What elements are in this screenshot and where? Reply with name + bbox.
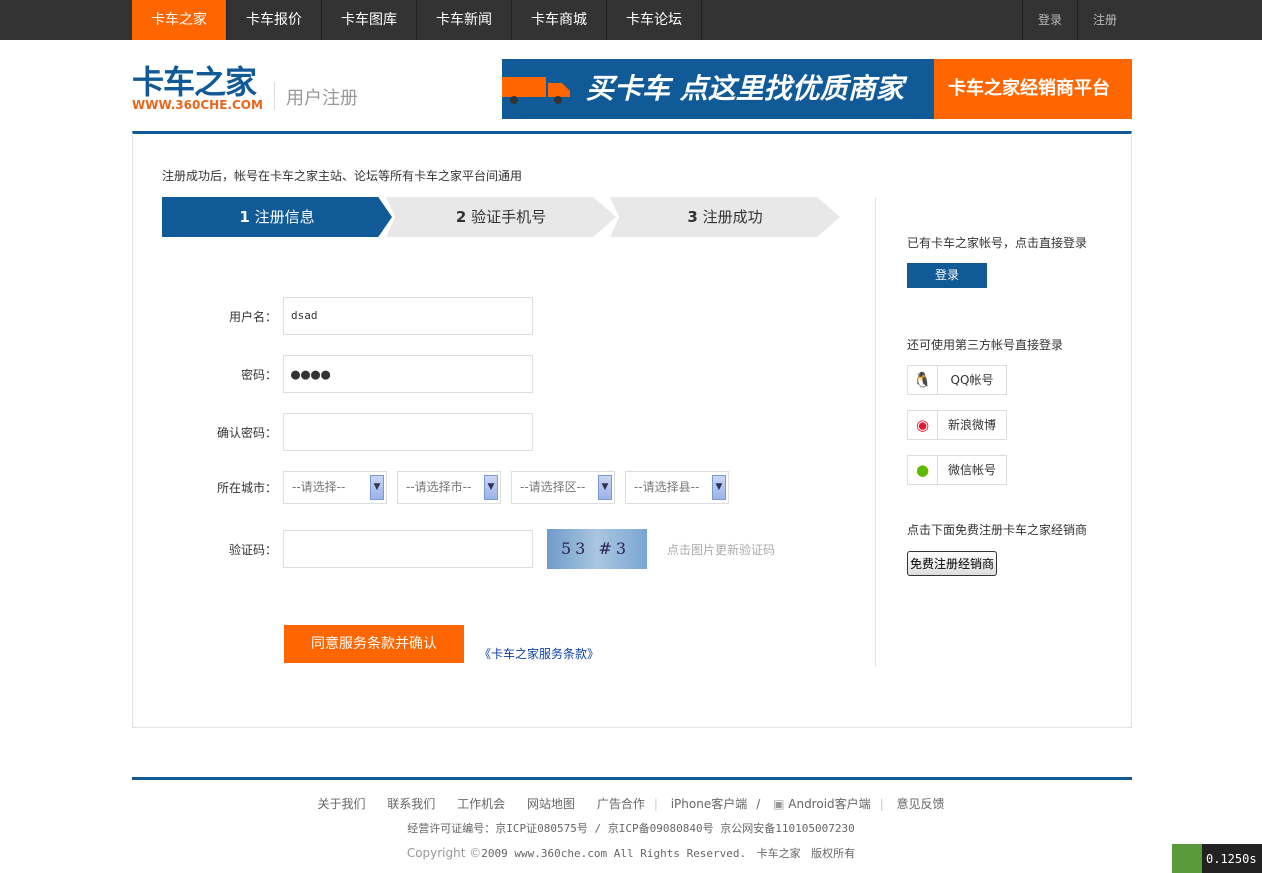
ad-banner[interactable]: 买卡车 点这里找优质商家 卡车之家经销商平台 <box>502 59 1132 119</box>
city-select[interactable]: --请选择市-- ▼ <box>397 471 501 504</box>
password-input[interactable]: ●●●● <box>283 355 533 393</box>
top-login-link[interactable]: 登录 <box>1021 0 1077 40</box>
captcha-label: 验证码： <box>228 542 277 557</box>
register-note: 注册成功后，帐号在卡车之家主站、论坛等所有卡车之家平台间通用 <box>162 169 523 183</box>
wechat-icon: ● <box>908 456 938 484</box>
footer-copyright: Copyright ©2009 www.360che.com All Right… <box>406 846 856 860</box>
footer-links: 关于我们 联系我们 工作机会 网站地图 广告合作 | iPhone客户端 / ▣ A… <box>317 797 945 811</box>
footer-contact[interactable]: 联系我们 <box>387 797 435 811</box>
chevron-down-icon: ▼ <box>598 475 612 500</box>
side-login-button[interactable]: 登录 <box>907 263 987 288</box>
banner-left-text: 买卡车 点这里找优质商家 <box>586 72 904 105</box>
footer-sitemap[interactable]: 网站地图 <box>527 797 575 811</box>
step-1: 1 注册信息 <box>162 197 392 237</box>
android-icon: ▣ <box>773 797 785 811</box>
nav-price[interactable]: 卡车报价 <box>227 0 322 40</box>
dealer-register-button[interactable]: 免费注册经销商 <box>907 551 998 576</box>
captcha-image[interactable]: 53 #3 <box>547 529 647 569</box>
chevron-down-icon: ▼ <box>370 475 384 500</box>
third-party-text: 还可使用第三方帐号直接登录 <box>907 338 1064 352</box>
logo-url: WWW.360CHE.COM <box>132 98 263 112</box>
username-label: 用户名： <box>228 309 277 324</box>
nav-forum[interactable]: 卡车论坛 <box>607 0 702 40</box>
chevron-down-icon: ▼ <box>712 475 726 500</box>
truck-icon <box>502 77 570 104</box>
site-logo[interactable]: 卡车之家 WWW.360CHE.COM <box>132 66 263 112</box>
qq-icon: 🐧 <box>908 366 938 394</box>
register-panel: 注册成功后，帐号在卡车之家主站、论坛等所有卡车之家平台间通用 1 注册信息 2 … <box>132 131 1132 728</box>
top-register-link[interactable]: 注册 <box>1076 0 1132 40</box>
footer-divider <box>132 777 1132 780</box>
footer-license: 经营许可证编号：京ICP证080575号 / 京ICP备09080840号 京公… <box>407 822 855 835</box>
footer-ads[interactable]: 广告合作 <box>597 797 645 811</box>
qq-login-button[interactable]: 🐧 QQ帐号 <box>907 365 1007 395</box>
dealer-note: 点击下面免费注册卡车之家经销商 <box>907 523 1088 537</box>
wechat-login-button[interactable]: ● 微信帐号 <box>907 455 1007 485</box>
captcha-input[interactable] <box>283 530 533 568</box>
city-label: 所在城市： <box>216 481 277 495</box>
banner-right-text: 卡车之家经销商平台 <box>934 59 1132 119</box>
username-input[interactable]: dsad <box>283 297 533 335</box>
footer-jobs[interactable]: 工作机会 <box>457 797 505 811</box>
terms-link[interactable]: 《卡车之家服务条款》 <box>479 645 599 662</box>
footer-android[interactable]: ▣ Android客户端 <box>773 797 871 811</box>
province-select[interactable]: --请选择-- ▼ <box>283 471 387 504</box>
logo-text: 卡车之家 <box>132 63 257 101</box>
confirm-password-input[interactable] <box>283 413 533 451</box>
nav-gallery[interactable]: 卡车图库 <box>322 0 417 40</box>
step-indicator: 1 注册信息 2 验证手机号 3 注册成功 <box>162 197 840 237</box>
sidebar: 已有卡车之家帐号，点击直接登录 登录 还可使用第三方帐号直接登录 🐧 QQ帐号 ◉… <box>875 197 1105 667</box>
nav-news[interactable]: 卡车新闻 <box>417 0 512 40</box>
confirm-password-label: 确认密码： <box>216 425 277 440</box>
agree-submit-button[interactable]: 同意服务条款并确认 <box>284 625 464 663</box>
footer-feedback[interactable]: 意见反馈 <box>897 797 945 811</box>
top-nav-bar: 卡车之家 卡车报价 卡车图库 卡车新闻 卡车商城 卡车论坛 登录 注册 <box>0 0 1262 40</box>
password-label: 密码： <box>240 367 277 382</box>
county-select[interactable]: --请选择县-- ▼ <box>625 471 729 504</box>
nav-home[interactable]: 卡车之家 <box>132 0 227 40</box>
load-timer: 0.1250s <box>1172 844 1262 873</box>
captcha-refresh-hint[interactable]: 点击图片更新验证码 <box>667 541 775 558</box>
timer-logo-icon <box>1172 844 1202 873</box>
nav-mall[interactable]: 卡车商城 <box>512 0 607 40</box>
chevron-down-icon: ▼ <box>484 475 498 500</box>
page-title: 用户注册 <box>274 82 358 110</box>
weibo-icon: ◉ <box>908 411 938 439</box>
step-3: 3 注册成功 <box>610 197 840 237</box>
footer-about[interactable]: 关于我们 <box>317 797 365 811</box>
have-account-text: 已有卡车之家帐号，点击直接登录 <box>907 236 1088 250</box>
weibo-login-button[interactable]: ◉ 新浪微博 <box>907 410 1007 440</box>
district-select[interactable]: --请选择区-- ▼ <box>511 471 615 504</box>
step-2: 2 验证手机号 <box>386 197 616 237</box>
footer-iphone[interactable]: iPhone客户端 <box>671 797 748 811</box>
